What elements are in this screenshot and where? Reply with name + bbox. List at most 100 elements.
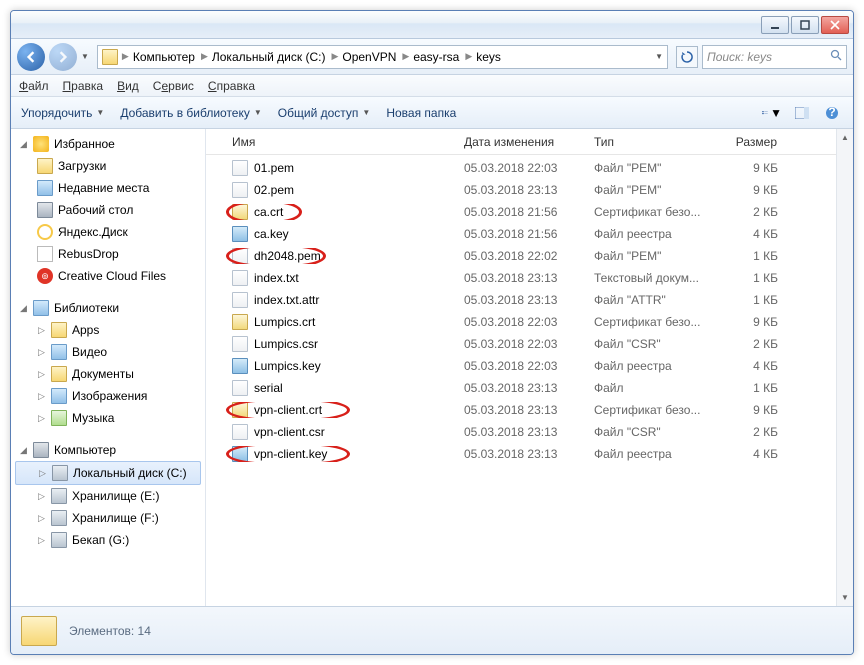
tree-item[interactable]: ▷Музыка	[11, 407, 205, 429]
file-row[interactable]: index.txt.attr05.03.2018 23:13Файл "ATTR…	[206, 289, 836, 311]
col-type[interactable]: Тип	[586, 135, 716, 149]
file-row[interactable]: vpn-client.csr05.03.2018 23:13Файл "CSR"…	[206, 421, 836, 443]
file-row[interactable]: 01.pem05.03.2018 22:03Файл "PEM"9 КБ	[206, 157, 836, 179]
tree-item[interactable]: Недавние места	[11, 177, 205, 199]
file-row[interactable]: index.txt05.03.2018 23:13Текстовый докум…	[206, 267, 836, 289]
tree-item[interactable]: ▷Видео	[11, 341, 205, 363]
tree-item[interactable]: ▷Хранилище (E:)	[11, 485, 205, 507]
file-size: 4 КБ	[716, 447, 786, 461]
file-size: 1 КБ	[716, 271, 786, 285]
file-size: 9 КБ	[716, 183, 786, 197]
file-date: 05.03.2018 23:13	[456, 403, 586, 417]
menu-view[interactable]: Вид	[117, 79, 139, 93]
tree-item[interactable]: RebusDrop	[11, 243, 205, 265]
crumb-keys[interactable]: keys	[476, 50, 501, 64]
file-icon	[232, 336, 248, 352]
file-row[interactable]: dh2048.pem05.03.2018 22:02Файл "PEM"1 КБ	[206, 245, 836, 267]
share-button[interactable]: Общий доступ▼	[278, 106, 371, 120]
tree-item[interactable]: Загрузки	[11, 155, 205, 177]
scrollbar[interactable]: ▲ ▼	[836, 129, 853, 606]
col-name[interactable]: Имя	[206, 135, 456, 149]
menu-file[interactable]: Файл	[19, 79, 49, 93]
search-placeholder: Поиск: keys	[707, 50, 772, 64]
file-date: 05.03.2018 23:13	[456, 447, 586, 461]
status-text: Элементов: 14	[69, 624, 151, 638]
tree-item[interactable]: Рабочий стол	[11, 199, 205, 221]
scroll-up-icon[interactable]: ▲	[837, 129, 853, 146]
file-row[interactable]: serial05.03.2018 23:13Файл1 КБ	[206, 377, 836, 399]
menu-help[interactable]: Справка	[208, 79, 255, 93]
tree-computer[interactable]: ◢Компьютер	[11, 439, 205, 461]
add-to-library-button[interactable]: Добавить в библиотеку▼	[120, 106, 261, 120]
new-folder-button[interactable]: Новая папка	[386, 106, 456, 120]
file-name: dh2048.pem	[254, 249, 321, 263]
file-row[interactable]: ca.crt05.03.2018 21:56Сертификат безо...…	[206, 201, 836, 223]
tree-item[interactable]: ▷Документы	[11, 363, 205, 385]
file-row[interactable]: 02.pem 05.03.2018 23:13Файл "PEM"9 КБ	[206, 179, 836, 201]
file-row[interactable]: Lumpics.crt05.03.2018 22:03Сертификат бе…	[206, 311, 836, 333]
view-options-button[interactable]: ▼	[761, 103, 783, 123]
tree-item[interactable]: ▷Хранилище (F:)	[11, 507, 205, 529]
file-row[interactable]: vpn-client.key05.03.2018 23:13Файл реест…	[206, 443, 836, 465]
file-date: 05.03.2018 22:03	[456, 161, 586, 175]
forward-button[interactable]	[49, 43, 77, 71]
col-date[interactable]: Дата изменения	[456, 135, 586, 149]
organize-button[interactable]: Упорядочить▼	[21, 106, 104, 120]
file-date: 05.03.2018 21:56	[456, 205, 586, 219]
tree-favorites[interactable]: ◢Избранное	[11, 133, 205, 155]
file-type: Сертификат безо...	[586, 205, 716, 219]
crumb-computer[interactable]: Компьютер▶	[133, 50, 208, 64]
titlebar	[11, 11, 853, 39]
close-button[interactable]	[821, 16, 849, 34]
file-date: 05.03.2018 23:13	[456, 183, 586, 197]
menu-tools[interactable]: Сервис	[153, 79, 194, 93]
file-row[interactable]: ca.key05.03.2018 21:56Файл реестра4 КБ	[206, 223, 836, 245]
search-input[interactable]: Поиск: keys	[702, 45, 847, 69]
tree-item[interactable]: ▷Изображения	[11, 385, 205, 407]
refresh-button[interactable]	[676, 46, 698, 68]
file-row[interactable]: Lumpics.csr05.03.2018 22:03Файл "CSR"2 К…	[206, 333, 836, 355]
file-name: 02.pem	[254, 183, 294, 197]
address-bar[interactable]: ▶ Компьютер▶ Локальный диск (C:)▶ OpenVP…	[97, 45, 668, 69]
file-type: Файл "PEM"	[586, 183, 716, 197]
preview-pane-button[interactable]	[791, 103, 813, 123]
navigation-bar: ▼ ▶ Компьютер▶ Локальный диск (C:)▶ Open…	[11, 39, 853, 75]
tree-item[interactable]: ▷Бекап (G:)	[11, 529, 205, 551]
history-dropdown-icon[interactable]: ▼	[81, 52, 89, 61]
file-size: 2 КБ	[716, 425, 786, 439]
file-type: Файл	[586, 381, 716, 395]
file-date: 05.03.2018 23:13	[456, 425, 586, 439]
back-button[interactable]	[17, 43, 45, 71]
file-icon	[232, 226, 248, 242]
crumb-easyrsa[interactable]: easy-rsa▶	[413, 50, 472, 64]
tree-item-selected[interactable]: ▷Локальный диск (C:)	[15, 461, 201, 485]
file-icon	[232, 270, 248, 286]
search-icon	[830, 49, 842, 64]
file-row[interactable]: vpn-client.crt05.03.2018 23:13Сертификат…	[206, 399, 836, 421]
tree-item[interactable]: ⊚Creative Cloud Files	[11, 265, 205, 287]
file-size: 9 КБ	[716, 403, 786, 417]
crumb-openvpn[interactable]: OpenVPN▶	[342, 50, 409, 64]
file-list[interactable]: 01.pem05.03.2018 22:03Файл "PEM"9 КБ02.p…	[206, 155, 836, 606]
col-size[interactable]: Размер	[716, 135, 786, 149]
tree-libraries[interactable]: ◢Библиотеки	[11, 297, 205, 319]
tree-item[interactable]: Яндекс.Диск	[11, 221, 205, 243]
svg-text:?: ?	[828, 106, 835, 119]
file-row[interactable]: Lumpics.key05.03.2018 22:03Файл реестра4…	[206, 355, 836, 377]
file-type: Файл "CSR"	[586, 425, 716, 439]
file-icon	[232, 160, 248, 176]
folder-icon	[102, 49, 118, 65]
address-dropdown-icon[interactable]: ▼	[655, 52, 663, 61]
scroll-down-icon[interactable]: ▼	[837, 589, 853, 606]
file-icon	[232, 314, 248, 330]
maximize-button[interactable]	[791, 16, 819, 34]
nav-tree[interactable]: ◢Избранное Загрузки Недавние места Рабоч…	[11, 129, 206, 606]
file-date: 05.03.2018 23:13	[456, 381, 586, 395]
tree-item[interactable]: ▷Apps	[11, 319, 205, 341]
crumb-drive[interactable]: Локальный диск (C:)▶	[212, 50, 338, 64]
menu-edit[interactable]: Правка	[63, 79, 104, 93]
minimize-button[interactable]	[761, 16, 789, 34]
column-headers[interactable]: Имя Дата изменения Тип Размер	[206, 129, 836, 155]
file-name: Lumpics.csr	[254, 337, 318, 351]
help-button[interactable]: ?	[821, 103, 843, 123]
